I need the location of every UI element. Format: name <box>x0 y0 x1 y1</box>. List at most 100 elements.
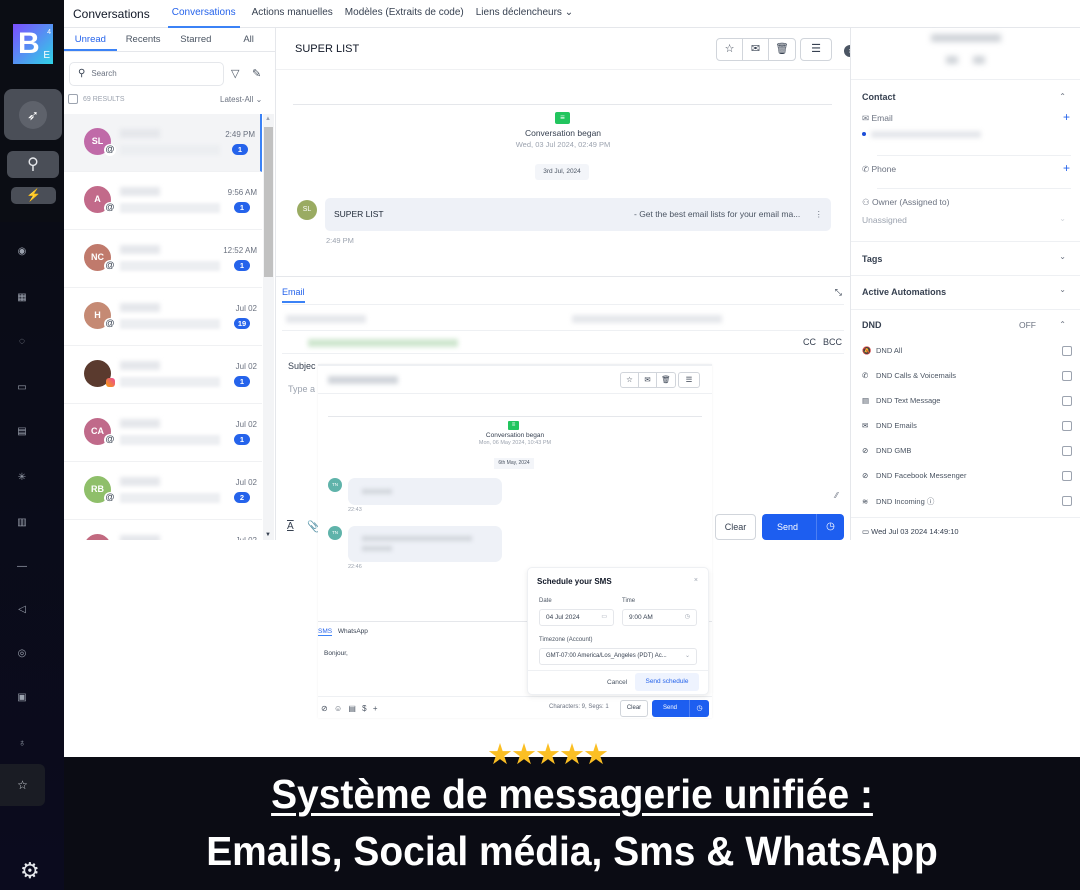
scroll-up-icon[interactable]: ▲ <box>265 116 271 122</box>
chevron-up-icon[interactable]: ⌃ <box>1059 320 1066 329</box>
cancel-button[interactable]: Cancel <box>607 679 627 686</box>
tab-templates[interactable]: Modèles (Extraits de code) <box>345 0 464 28</box>
building-icon[interactable]: ▥ <box>0 517 44 528</box>
tags-section-title[interactable]: Tags <box>862 254 882 264</box>
scroll-thumb[interactable] <box>264 127 273 277</box>
add-email-icon[interactable]: + <box>1063 110 1070 124</box>
select-all-checkbox[interactable] <box>68 94 78 104</box>
chat-icon[interactable]: ◌ <box>0 336 44 347</box>
collapse-icon[interactable]: ⤡ <box>835 287 842 298</box>
conversation-row[interactable]: H @ Jul 02 19 <box>64 288 262 346</box>
send-button[interactable]: Send ◷ <box>762 514 844 540</box>
bolt-icon[interactable]: ⚡ <box>11 187 56 204</box>
conversation-row[interactable]: A @9:56 AM 1 <box>64 172 262 230</box>
network-icon[interactable]: ✳ <box>0 472 44 483</box>
filter-icon[interactable]: ☰ <box>678 372 700 388</box>
dnd-checkbox[interactable] <box>1062 371 1072 381</box>
template-icon[interactable]: ▤ <box>348 704 358 713</box>
conversation-row[interactable]: CA @ Jul 02 1 <box>64 404 262 462</box>
dnd-checkbox[interactable] <box>1062 496 1072 506</box>
target-icon[interactable]: ◎ <box>0 648 44 659</box>
tab-all[interactable]: All <box>222 28 275 51</box>
tab-manual-actions[interactable]: Actions manuelles <box>252 0 333 28</box>
schedule-clock-icon[interactable]: ◷ <box>689 700 709 717</box>
resize-handle[interactable]: ⁄⁄ <box>835 491 838 500</box>
conversation-row[interactable]: Jul 02 <box>64 520 262 540</box>
conversation-row[interactable]: NC @12:52 AM 1 <box>64 230 262 288</box>
body-input[interactable]: Type a <box>288 384 315 394</box>
rail-cursor-button[interactable]: ➶ <box>4 89 62 140</box>
plus-icon[interactable]: + <box>373 704 380 713</box>
more-icon[interactable]: ⋮ <box>815 198 824 231</box>
scroll-down-icon[interactable]: ▼ <box>265 532 271 538</box>
sort-select[interactable]: Latest-All ⌄ <box>220 95 262 104</box>
mail-open-icon[interactable]: ✉ <box>639 373 657 387</box>
email-value-blurred[interactable] <box>871 131 981 138</box>
compose-icon[interactable]: ✎ <box>252 67 261 80</box>
star-icon[interactable]: ☆ <box>717 39 743 60</box>
minus-icon[interactable]: — <box>0 561 44 572</box>
star-icon[interactable]: ☆ <box>621 373 639 387</box>
chevron-down-icon[interactable]: ⌄ <box>1059 285 1066 294</box>
trophy-icon[interactable]: ♁ <box>0 738 44 749</box>
email-message[interactable]: SUPER LIST Email lists 100% VALID - Any … <box>325 198 831 231</box>
gear-icon[interactable]: ⚙ <box>20 858 40 884</box>
dnd-checkbox[interactable] <box>1062 396 1072 406</box>
send-icon[interactable]: ◁ <box>0 604 44 615</box>
time-field[interactable]: 9:00 AM ◷ <box>622 609 697 626</box>
conversation-row[interactable]: Jul 02 1 <box>64 346 262 404</box>
tab-trigger-links[interactable]: Liens déclencheurs ⌄ <box>476 0 573 28</box>
filter-icon[interactable]: ▽ <box>231 67 239 80</box>
attachment-icon[interactable]: ⊘ <box>321 704 330 713</box>
grid-icon[interactable]: ▦ <box>0 292 44 303</box>
search-input[interactable]: ⚲ Search <box>69 62 224 86</box>
chevron-down-icon[interactable]: ⌄ <box>1059 214 1066 223</box>
calendar-icon[interactable]: ▭ <box>0 382 44 393</box>
date-field[interactable]: 04 Jul 2024 ▭ <box>539 609 614 626</box>
cc-button[interactable]: CC <box>803 337 816 347</box>
add-phone-icon[interactable]: + <box>1063 161 1070 175</box>
schedule-clock-icon[interactable]: ◷ <box>816 514 844 540</box>
tab-recents[interactable]: Recents <box>117 28 170 51</box>
owner-select[interactable]: Unassigned <box>862 215 907 225</box>
conversation-row[interactable]: SL @2:49 PM 1 <box>64 114 262 172</box>
recipient-chip[interactable] <box>308 339 458 347</box>
dnd-checkbox[interactable] <box>1062 471 1072 481</box>
trash-icon[interactable]: 🗑 <box>769 39 795 60</box>
dnd-checkbox[interactable] <box>1062 346 1072 356</box>
sms-message[interactable] <box>348 478 502 505</box>
star-icon[interactable]: ☆ <box>0 764 45 806</box>
tab-email[interactable]: Email <box>282 287 305 303</box>
clear-button[interactable]: Clear <box>620 700 648 717</box>
chevron-up-icon[interactable]: ⌃ <box>1059 92 1066 101</box>
tab-sms[interactable]: SMS <box>318 628 333 636</box>
send-button[interactable]: Send ◷ <box>652 700 709 717</box>
window-icon[interactable]: ▣ <box>0 692 44 703</box>
tab-whatsapp[interactable]: WhatsApp <box>338 628 368 635</box>
sms-body[interactable]: Bonjour, <box>324 650 348 657</box>
emoji-icon[interactable]: ☺ <box>334 704 344 713</box>
eye-icon[interactable]: ◉ <box>0 246 44 257</box>
subject-field[interactable]: Subjec <box>288 361 316 371</box>
to-field[interactable] <box>572 315 722 323</box>
card-icon[interactable]: ▤ <box>0 426 44 437</box>
brand-logo[interactable]: B4E <box>13 24 53 64</box>
text-format-icon[interactable]: A <box>287 521 294 532</box>
tab-unread[interactable]: Unread <box>64 28 117 51</box>
trash-icon[interactable]: 🗑 <box>657 373 675 387</box>
list-scrollbar[interactable]: ▲ ▼ <box>263 114 274 540</box>
dollar-icon[interactable]: $ <box>362 704 368 713</box>
search-icon[interactable]: ⚲ <box>7 151 59 178</box>
mail-open-icon[interactable]: ✉ <box>743 39 769 60</box>
sms-message[interactable] <box>348 526 502 562</box>
from-field[interactable] <box>286 315 366 323</box>
send-schedule-button[interactable]: Send schedule <box>635 673 699 691</box>
timezone-select[interactable]: GMT-07:00 America/Los_Angeles (PDT) Ac..… <box>539 648 697 665</box>
automations-section-title[interactable]: Active Automations <box>862 287 946 297</box>
bcc-button[interactable]: BCC <box>823 337 842 347</box>
filter-icon[interactable]: ☰ <box>800 38 832 61</box>
close-icon[interactable]: × <box>694 577 698 584</box>
clear-button[interactable]: Clear <box>715 514 756 540</box>
dnd-checkbox[interactable] <box>1062 421 1072 431</box>
conversation-row[interactable]: RB @ Jul 02 2 <box>64 462 262 520</box>
